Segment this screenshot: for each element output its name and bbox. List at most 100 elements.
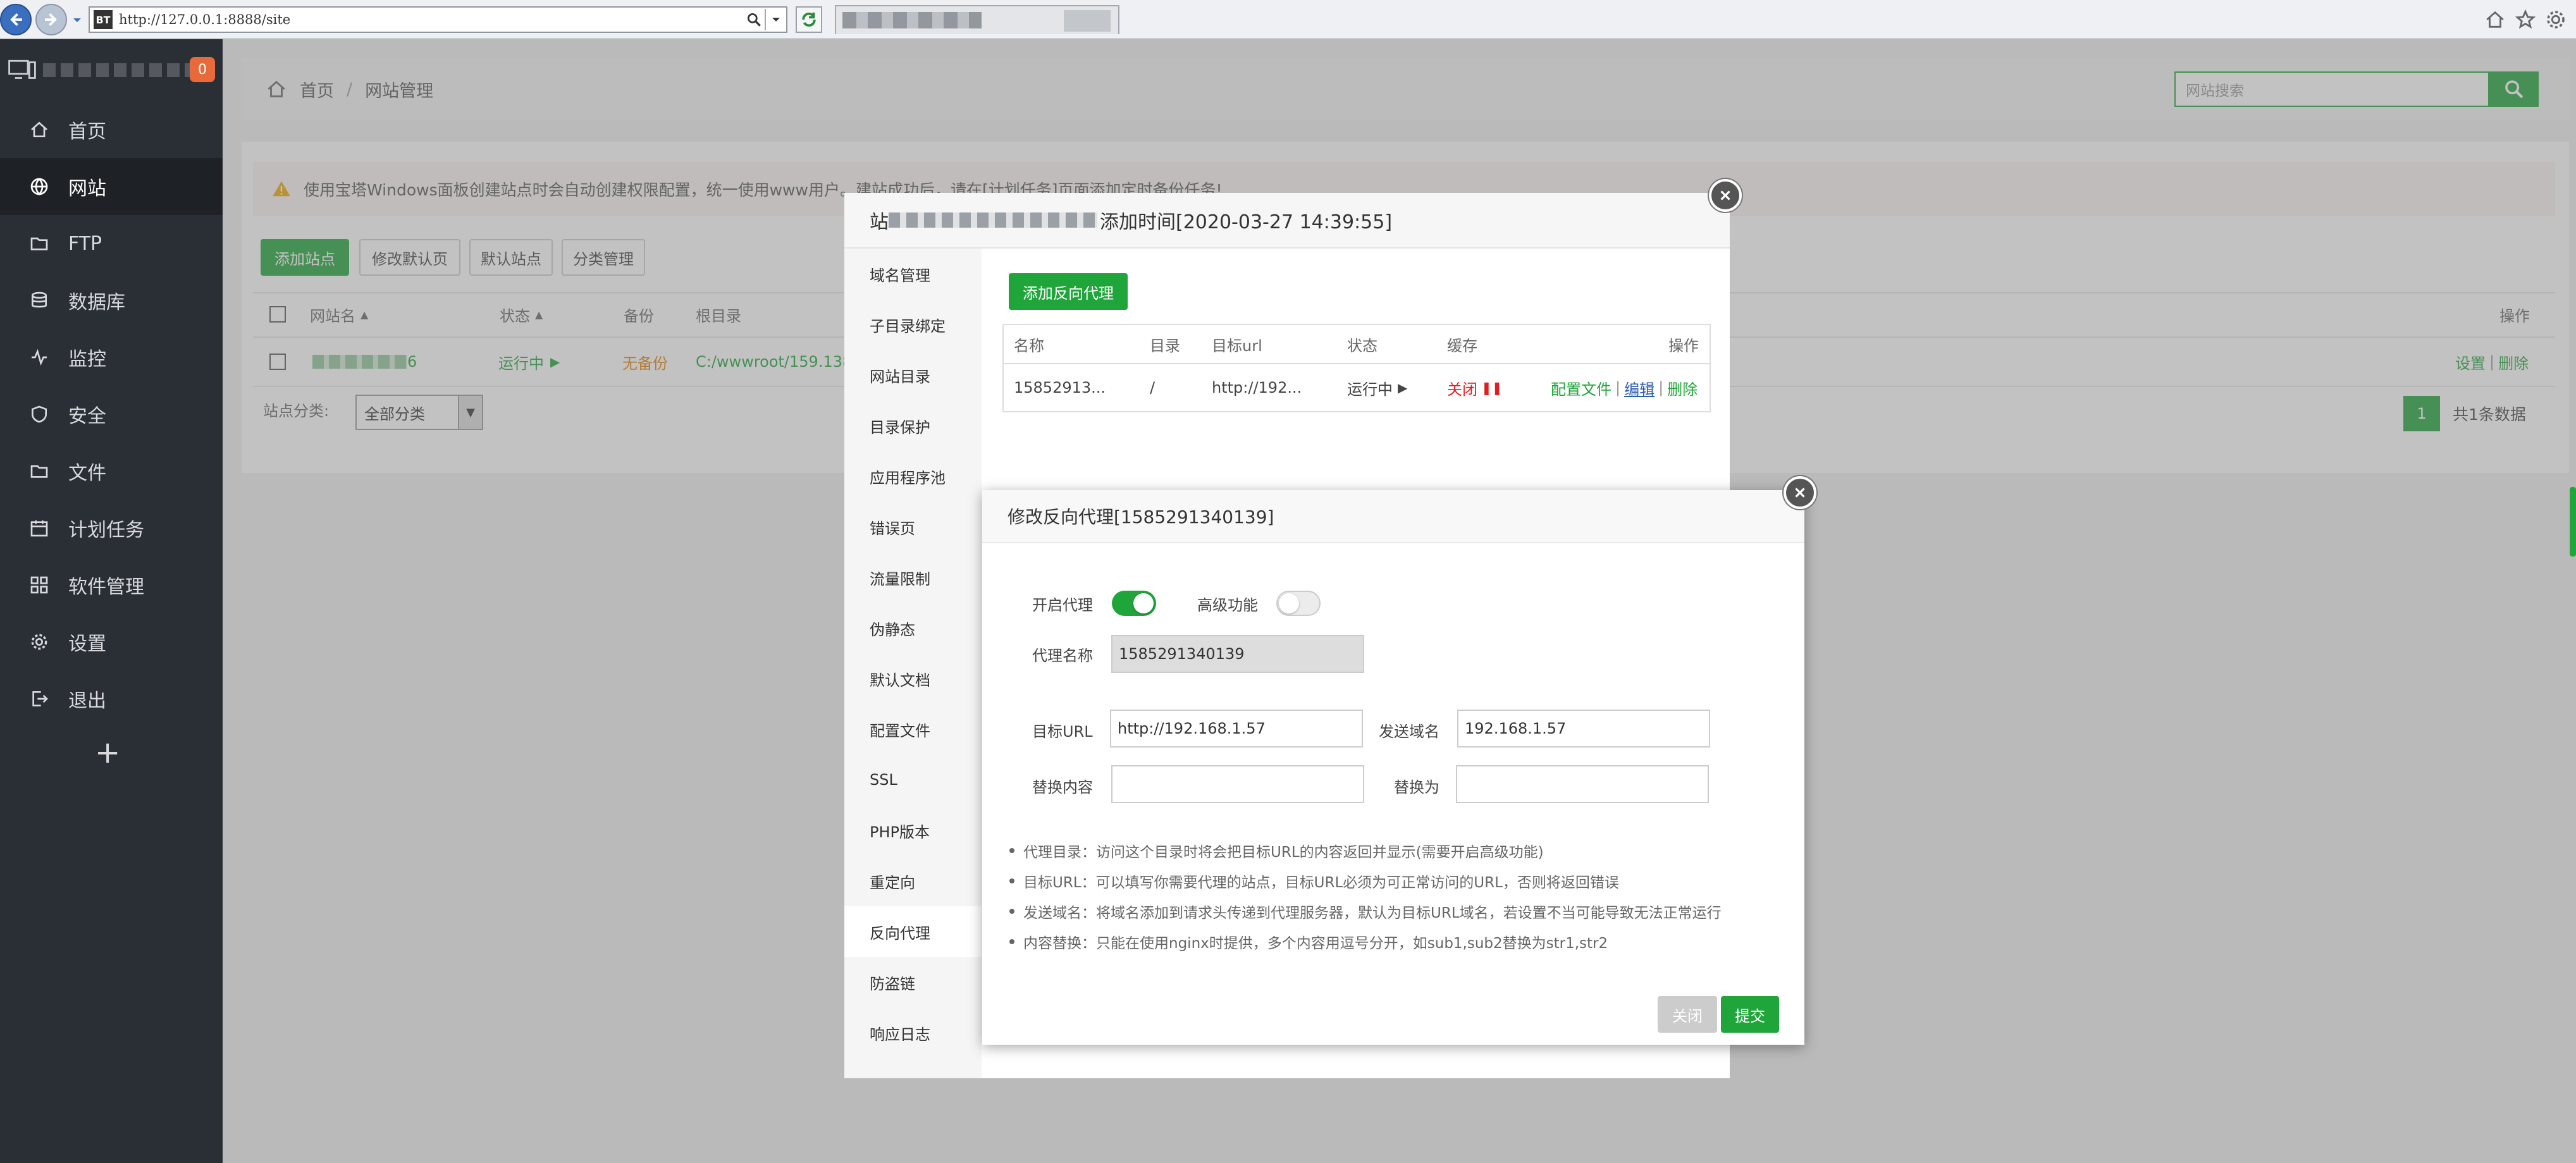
add-menu-button[interactable]: + bbox=[95, 735, 120, 770]
advanced-toggle[interactable] bbox=[1276, 591, 1321, 616]
search-icon[interactable] bbox=[743, 9, 765, 30]
sidebar-item-2[interactable]: FTP bbox=[0, 215, 223, 272]
site-nav-item-7[interactable]: 伪静态 bbox=[844, 603, 982, 653]
sidebar-item-label: 网站 bbox=[68, 178, 106, 200]
site-nav-item-13[interactable]: 反向代理 bbox=[844, 906, 982, 957]
replace-content-input[interactable] bbox=[1111, 765, 1364, 803]
sidebar-item-9[interactable]: 设置 bbox=[0, 613, 223, 670]
site-nav-item-9[interactable]: 配置文件 bbox=[844, 704, 982, 754]
address-dropdown-icon[interactable] bbox=[765, 9, 786, 30]
site-nav-item-2[interactable]: 网站目录 bbox=[844, 350, 982, 400]
add-reverse-proxy-button[interactable]: 添加反向代理 bbox=[1009, 273, 1128, 310]
edit-proxy-close-button[interactable] bbox=[1784, 476, 1816, 509]
sidebar-item-label: 数据库 bbox=[68, 292, 125, 314]
send-domain-label: 发送域名 bbox=[1379, 722, 1439, 741]
pause-icon: ❚❚ bbox=[1481, 380, 1503, 395]
sidebar-item-label: 首页 bbox=[68, 121, 106, 143]
proxy-name-field[interactable]: 1585291340139 bbox=[1111, 635, 1364, 673]
back-button[interactable] bbox=[0, 4, 32, 35]
monitor-icon bbox=[32, 348, 47, 366]
sidebar-item-10[interactable]: 退出 bbox=[0, 670, 223, 727]
sidebar-item-label: 文件 bbox=[68, 462, 106, 484]
proxy-delete-link[interactable]: 删除 bbox=[1667, 377, 1698, 399]
history-dropdown-icon[interactable] bbox=[71, 14, 83, 27]
sidebar-item-1[interactable]: 网站 bbox=[0, 158, 223, 215]
forward-button[interactable] bbox=[35, 4, 67, 35]
replace-to-input[interactable] bbox=[1456, 765, 1709, 803]
proxy-col-status: 状态 bbox=[1347, 336, 1377, 355]
site-nav-item-5[interactable]: 错误页 bbox=[844, 502, 982, 552]
site-nav-item-12[interactable]: 重定向 bbox=[844, 856, 982, 906]
page-scrollbar[interactable] bbox=[2570, 487, 2576, 557]
sidebar-item-label: 退出 bbox=[68, 690, 106, 712]
proxy-config-link[interactable]: 配置文件 bbox=[1551, 377, 1612, 399]
help-tip: 发送域名：将域名添加到请求头传递到代理服务器，默认为目标URL域名，若设置不当可… bbox=[1009, 901, 1722, 922]
sidebar-item-label: 计划任务 bbox=[68, 519, 144, 541]
sidebar-item-5[interactable]: 安全 bbox=[0, 386, 223, 443]
browser-toolbar: BT http://127.0.0.1:8888/site bbox=[0, 0, 2576, 39]
globe-icon bbox=[30, 178, 48, 195]
shield-icon bbox=[32, 405, 47, 423]
proxy-dir: / bbox=[1150, 379, 1156, 397]
proxy-name: 15852913... bbox=[1014, 379, 1106, 397]
site-nav-item-10[interactable]: SSL bbox=[844, 754, 982, 805]
enable-proxy-label: 开启代理 bbox=[1032, 596, 1093, 614]
site-nav-item-8[interactable]: 默认文档 bbox=[844, 653, 982, 704]
enable-proxy-toggle[interactable] bbox=[1112, 591, 1156, 616]
apps-icon bbox=[30, 576, 48, 594]
submit-button[interactable]: 提交 bbox=[1721, 996, 1779, 1033]
sidebar-item-label: 设置 bbox=[68, 633, 106, 655]
site-nav-item-3[interactable]: 目录保护 bbox=[844, 400, 982, 451]
edit-proxy-title: 修改反向代理[1585291340139] bbox=[982, 490, 1804, 543]
sidebar-item-4[interactable]: 监控 bbox=[0, 329, 223, 386]
site-nav-item-11[interactable]: PHP版本 bbox=[844, 805, 982, 856]
tab-close-redacted[interactable] bbox=[1064, 10, 1111, 32]
proxy-cache[interactable]: 关闭 ❚❚ bbox=[1447, 364, 1503, 411]
site-nav-item-1[interactable]: 子目录绑定 bbox=[844, 299, 982, 350]
site-nav-item-0[interactable]: 域名管理 bbox=[844, 249, 982, 299]
site-modal-close-button[interactable] bbox=[1709, 179, 1742, 212]
server-icon bbox=[8, 59, 36, 79]
help-tip: 内容替换：只能在使用nginx时提供，多个内容用逗号分开，如sub1,sub2替… bbox=[1009, 931, 1608, 952]
gear-icon[interactable] bbox=[2545, 9, 2567, 30]
target-url-label: 目标URL bbox=[1032, 722, 1093, 741]
sidebar-item-label: 软件管理 bbox=[68, 576, 144, 598]
help-tip: 代理目录：访问这个目录时将会把目标URL的内容返回并显示(需要开启高级功能) bbox=[1009, 840, 1544, 861]
home-icon bbox=[31, 121, 47, 137]
advanced-label: 高级功能 bbox=[1197, 596, 1258, 614]
site-name-redacted bbox=[889, 212, 1097, 228]
site-nav-item-15[interactable]: 响应日志 bbox=[844, 1007, 982, 1058]
gear-icon bbox=[31, 634, 47, 650]
play-icon: ▶ bbox=[1398, 380, 1408, 395]
sidebar-item-8[interactable]: 软件管理 bbox=[0, 557, 223, 613]
sidebar-item-7[interactable]: 计划任务 bbox=[0, 500, 223, 557]
address-bar[interactable]: BT http://127.0.0.1:8888/site bbox=[89, 6, 787, 33]
close-icon bbox=[1795, 488, 1805, 498]
proxy-url: http://192... bbox=[1212, 379, 1302, 397]
sidebar-item-0[interactable]: 首页 bbox=[0, 101, 223, 158]
close-button[interactable]: 关闭 bbox=[1658, 996, 1717, 1033]
address-url[interactable]: http://127.0.0.1:8888/site bbox=[119, 12, 743, 27]
sidebar-item-6[interactable]: 文件 bbox=[0, 443, 223, 500]
site-modal-title: 站 添加时间[2020-03-27 14:39:55] bbox=[844, 193, 1730, 249]
send-domain-input[interactable]: 192.168.1.57 bbox=[1457, 710, 1710, 748]
refresh-button[interactable] bbox=[796, 6, 822, 33]
proxy-col-url: 目标url bbox=[1212, 336, 1262, 355]
refresh-icon bbox=[802, 12, 816, 27]
sidebar-item-label: FTP bbox=[68, 232, 102, 255]
site-nav-item-4[interactable]: 应用程序池 bbox=[844, 451, 982, 502]
target-url-input[interactable]: http://192.168.1.57 bbox=[1110, 710, 1363, 748]
browser-tab[interactable] bbox=[835, 5, 1119, 34]
sidebar-item-3[interactable]: 数据库 bbox=[0, 272, 223, 329]
proxy-edit-link[interactable]: 编辑 bbox=[1624, 377, 1655, 399]
ftp-icon bbox=[30, 237, 48, 250]
star-icon[interactable] bbox=[2515, 9, 2536, 30]
site-nav-item-6[interactable]: 流量限制 bbox=[844, 552, 982, 603]
home-icon[interactable] bbox=[2484, 9, 2506, 30]
proxy-status[interactable]: 运行中 ▶ bbox=[1347, 364, 1407, 411]
replace-to-label: 替换为 bbox=[1394, 778, 1439, 796]
site-nav-item-14[interactable]: 防盗链 bbox=[844, 957, 982, 1007]
calendar-icon bbox=[30, 520, 48, 537]
notification-badge[interactable]: 0 bbox=[190, 57, 215, 82]
proxy-col-dir: 目录 bbox=[1150, 336, 1180, 355]
